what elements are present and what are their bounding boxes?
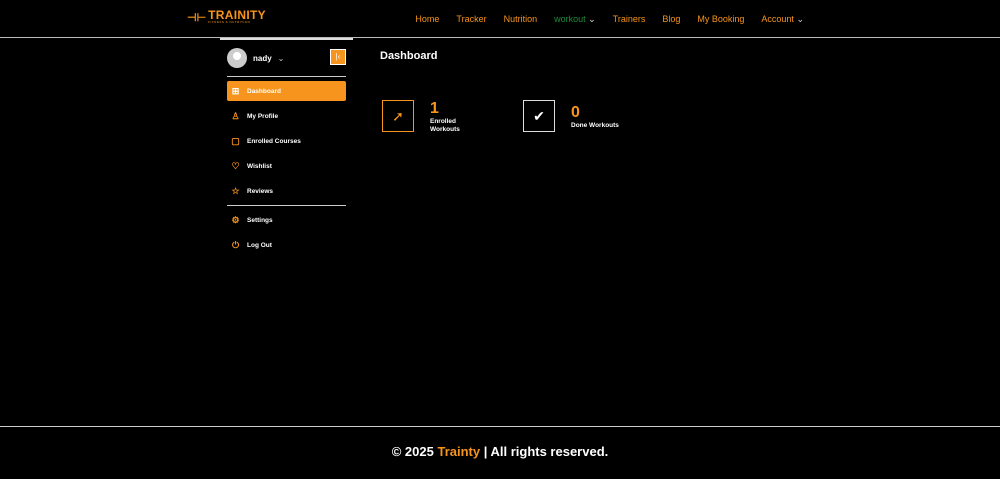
- user-menu[interactable]: nady ⌄: [227, 48, 284, 68]
- footer: © 2025 Trainty | All rights reserved.: [0, 426, 1000, 479]
- grid-icon: ⊞: [231, 85, 240, 96]
- stat-enrolled-workouts: ➚ 1 Enrolled Workouts: [382, 100, 460, 134]
- sidebar-item-settings[interactable]: ⚙ Settings: [227, 210, 346, 230]
- nav-tracker[interactable]: Tracker: [456, 14, 486, 25]
- sidebar-item-label: Log Out: [247, 241, 272, 249]
- sidebar-item-label: Enrolled Courses: [247, 137, 301, 145]
- star-icon: ☆: [231, 185, 240, 196]
- stat-label: Enrolled Workouts: [430, 118, 460, 134]
- stat-label-line1: Enrolled: [430, 118, 457, 125]
- user-icon: ♙: [231, 110, 240, 121]
- sidebar-item-label: Dashboard: [247, 87, 281, 95]
- nav-account-label: Account: [761, 14, 794, 24]
- sidebar-top-border: [220, 38, 353, 40]
- sidebar-item-label: Reviews: [247, 187, 274, 195]
- stat-value: 1: [430, 100, 439, 117]
- copyright: © 2025: [391, 444, 434, 459]
- sidebar-item-label: Settings: [247, 216, 273, 224]
- footer-brand[interactable]: Trainty: [437, 444, 480, 459]
- nav-account[interactable]: Account ⌄: [761, 14, 804, 25]
- chevron-down-icon: ⌄: [588, 14, 596, 24]
- sidebar-item-enrolled-courses[interactable]: ▢ Enrolled Courses: [227, 131, 346, 151]
- sidebar-item-log-out[interactable]: ⏻ Log Out: [227, 235, 346, 255]
- power-icon: ⏻: [231, 239, 240, 250]
- top-navbar: ⊣⊢ TRAINITY FITNESS & NUTRITION Home Tra…: [0, 0, 1000, 38]
- cursor-click-icon: ➚: [382, 100, 414, 132]
- courses-icon: ▢: [231, 135, 240, 146]
- avatar: [227, 48, 247, 68]
- stat-done-workouts: ✔ 0 Done Workouts: [523, 100, 619, 132]
- username: nady: [253, 53, 272, 63]
- sidebar-item-label: Wishlist: [247, 162, 272, 170]
- heart-icon: ♡: [231, 160, 240, 171]
- chevron-down-icon: ⌄: [796, 14, 804, 24]
- sidebar-item-reviews[interactable]: ☆ Reviews: [227, 181, 346, 201]
- nav-home[interactable]: Home: [415, 14, 439, 25]
- stat-label: Done Workouts: [571, 122, 619, 129]
- nav-workout-label: workout: [554, 14, 586, 24]
- sidebar-item-dashboard[interactable]: ⊞ Dashboard: [227, 81, 346, 101]
- brand-name: TRAINITY: [208, 8, 266, 22]
- logo[interactable]: ⊣⊢ TRAINITY FITNESS & NUTRITION: [187, 8, 266, 24]
- divider: [227, 76, 346, 77]
- nav-workout[interactable]: workout ⌄: [554, 14, 596, 25]
- sidebar-item-label: My Profile: [247, 112, 279, 120]
- gear-icon: ⚙: [231, 214, 240, 225]
- stat-label-line2: Workouts: [430, 126, 460, 133]
- nav-trainers[interactable]: Trainers: [613, 14, 646, 25]
- page-title: Dashboard: [380, 50, 438, 62]
- nav-nutrition[interactable]: Nutrition: [504, 14, 538, 25]
- stat-value: 0: [571, 104, 580, 121]
- collapse-sidebar-button[interactable]: |‹: [330, 49, 346, 65]
- sidebar-item-wishlist[interactable]: ♡ Wishlist: [227, 156, 346, 176]
- rights-text: | All rights reserved.: [483, 444, 609, 459]
- nav-blog[interactable]: Blog: [662, 14, 680, 25]
- checkmark-icon: ✔: [523, 100, 555, 132]
- chevron-down-icon: ⌄: [277, 53, 285, 63]
- sidebar-item-my-profile[interactable]: ♙ My Profile: [227, 106, 346, 126]
- divider: [227, 205, 346, 206]
- nav-my-booking[interactable]: My Booking: [697, 14, 744, 25]
- dumbbell-icon: ⊣⊢: [187, 11, 207, 24]
